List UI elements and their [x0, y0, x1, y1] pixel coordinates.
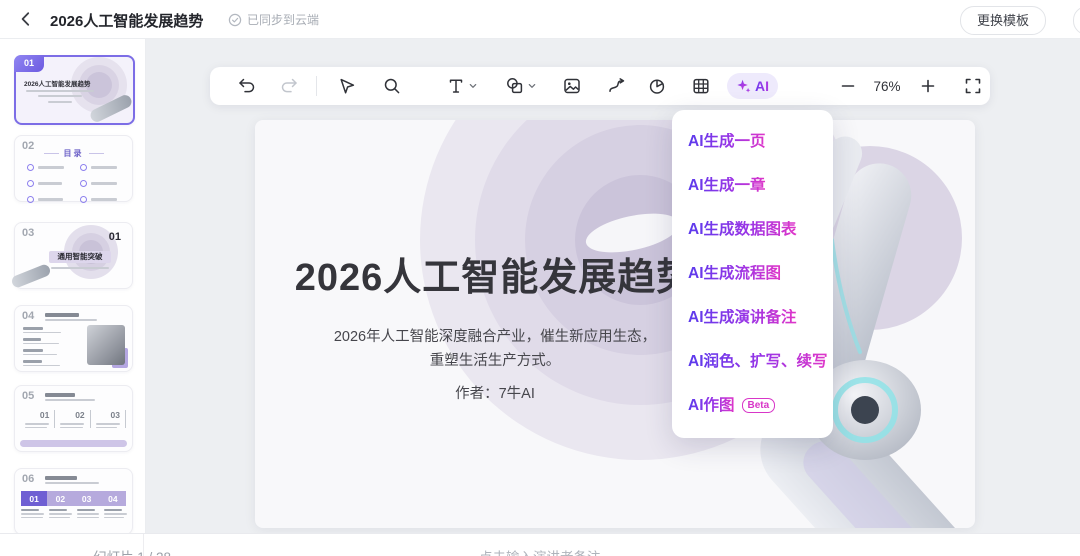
table-tool-button[interactable]: [691, 76, 711, 96]
chevron-down-icon: [528, 84, 536, 88]
ai-button-label: AI: [755, 78, 769, 94]
thumb6-title-lines: [45, 476, 99, 484]
subtitle-line-2: 重塑生活生产方式。: [429, 353, 561, 369]
thumb6-text-columns: [21, 509, 127, 518]
app-window: 2026人工智能发展趋势 已同步到云端 更换模板 01 2026人工智能发展趋势: [0, 0, 1080, 556]
check-circle-icon: [228, 13, 242, 26]
thumb3-big-number: 01: [108, 231, 121, 243]
top-bar: 2026人工智能发展趋势 已同步到云端 更换模板: [0, 0, 1080, 39]
menu-item-ai-generate-flowchart[interactable]: AI生成流程图: [672, 252, 833, 296]
search-button[interactable]: [382, 76, 402, 96]
slide-number: 03: [22, 227, 35, 239]
chevron-down-icon: [469, 84, 477, 88]
thumb2-toc-items: [27, 164, 124, 203]
thumbnail-slide-3[interactable]: 03 01 通用智能突破: [10, 222, 133, 290]
thumb-text-line: [48, 101, 72, 103]
text-tool-button[interactable]: [446, 76, 478, 96]
thumb3-title: 通用智能突破: [49, 251, 111, 263]
robot-arm-illustration: [760, 136, 974, 528]
thumb-text-line: [51, 267, 109, 269]
subtitle-line-1: 2026年人工智能深度融合产业，催生新应用生态，: [333, 329, 657, 345]
redo-icon: [281, 78, 297, 93]
slide-number: 04: [22, 310, 35, 322]
pointer-icon: [340, 78, 355, 94]
zoom-in-button[interactable]: [918, 76, 938, 96]
thumb5-columns: 01 02 03: [25, 410, 126, 428]
image-tool-button[interactable]: [562, 76, 582, 96]
status-bar: 幻灯片 1 / 28 点击输入演讲者备注: [0, 533, 1080, 556]
shape-tool-button[interactable]: [505, 76, 539, 96]
menu-item-ai-generate-page[interactable]: AI生成一页: [672, 120, 833, 164]
thumb2-header: 目录: [15, 148, 132, 159]
minus-icon: [841, 85, 855, 87]
ai-menu-button[interactable]: AI: [727, 73, 778, 99]
image-icon: [564, 78, 580, 94]
slide-subtitle-text[interactable]: 2026年人工智能深度融合产业，催生新应用生态， 重塑生活生产方式。: [290, 325, 700, 373]
connector-icon: [609, 78, 625, 92]
thumb-text-line: [38, 95, 82, 97]
sync-status: 已同步到云端: [228, 11, 319, 28]
sparkle-icon: [737, 79, 751, 93]
thumbnail-slide-1[interactable]: 01 2026人工智能发展趋势: [14, 55, 135, 125]
document-title: 2026人工智能发展趋势: [50, 13, 204, 30]
redo-button[interactable]: [279, 76, 299, 96]
thumb5-title-lines: [45, 393, 95, 401]
change-template-button[interactable]: 更换模板: [959, 6, 1046, 35]
cut-off-button[interactable]: [1073, 6, 1080, 35]
thumb-text-line: [26, 90, 94, 92]
thumbnail-slide-6[interactable]: 06 01 02 03 04: [14, 468, 133, 533]
table-icon: [693, 78, 709, 94]
menu-item-ai-generate-chart[interactable]: AI生成数据图表: [672, 208, 833, 252]
pie-chart-icon: [649, 79, 665, 94]
fullscreen-icon: [965, 78, 981, 94]
thumb1-title: 2026人工智能发展趋势: [24, 81, 91, 88]
thumbnail-slide-5[interactable]: 05 01 02 03: [14, 385, 133, 452]
editor-toolbar: AI 76%: [210, 67, 990, 105]
sync-status-label: 已同步到云端: [247, 13, 320, 27]
thumb4-bullets: [23, 327, 61, 371]
search-icon: [384, 78, 400, 94]
shapes-icon: [507, 78, 523, 94]
thumb4-image: [87, 325, 125, 365]
chevron-left-icon: [21, 12, 30, 26]
zoom-out-button[interactable]: [838, 76, 858, 96]
menu-item-ai-generate-chapter[interactable]: AI生成一章: [672, 164, 833, 208]
undo-icon: [239, 78, 255, 93]
current-slide[interactable]: 2026人工智能发展趋势 2026年人工智能深度融合产业，催生新应用生态， 重塑…: [255, 120, 975, 528]
thumb3-robot-arm: [10, 262, 52, 290]
select-tool-button[interactable]: [337, 76, 357, 96]
menu-item-ai-polish-expand[interactable]: AI润色、扩写、续写: [672, 340, 833, 384]
slide-number-badge: 01: [14, 55, 44, 72]
slide-counter: 幻灯片 1 / 28: [93, 546, 171, 556]
slide-number: 06: [22, 473, 35, 485]
editor-canvas[interactable]: 2026人工智能发展趋势 2026年人工智能深度融合产业，催生新应用生态， 重塑…: [145, 38, 1080, 533]
thumbnail-slide-2[interactable]: 02 目录: [14, 135, 133, 203]
thumb2-title: 目录: [63, 149, 84, 158]
ai-dropdown-menu: AI生成一页 AI生成一章 AI生成数据图表 AI生成流程图 AI生成演讲备注 …: [672, 110, 833, 438]
undo-button[interactable]: [237, 76, 257, 96]
beta-badge: Beta: [741, 398, 776, 413]
thumbnail-slide-4[interactable]: 04: [14, 305, 133, 372]
connector-tool-button[interactable]: [607, 76, 627, 96]
text-icon: [449, 79, 463, 93]
speaker-notes-input[interactable]: 点击输入演讲者备注: [479, 546, 601, 556]
slide-thumbnail-panel: 01 2026人工智能发展趋势 02 目录 03 01 通用智能突破 04 05…: [0, 38, 146, 533]
back-button[interactable]: [16, 9, 36, 29]
zoom-level-value[interactable]: 76%: [868, 79, 906, 94]
fullscreen-button[interactable]: [963, 76, 983, 96]
thumb5-bottom-bar: [20, 440, 127, 447]
slide-author-text[interactable]: 作者：7牛AI: [290, 382, 700, 403]
thumb6-step-strip: 01 02 03 04: [21, 491, 126, 506]
menu-item-ai-generate-notes[interactable]: AI生成演讲备注: [672, 296, 833, 340]
toolbar-divider: [316, 76, 317, 96]
slide-number: 05: [22, 390, 35, 402]
plus-icon: [921, 79, 935, 93]
slide-title-text[interactable]: 2026人工智能发展趋势: [290, 246, 700, 301]
thumb4-title-lines: [45, 313, 97, 321]
chart-tool-button[interactable]: [647, 76, 667, 96]
menu-item-ai-draw[interactable]: AI作图 Beta: [672, 384, 833, 428]
